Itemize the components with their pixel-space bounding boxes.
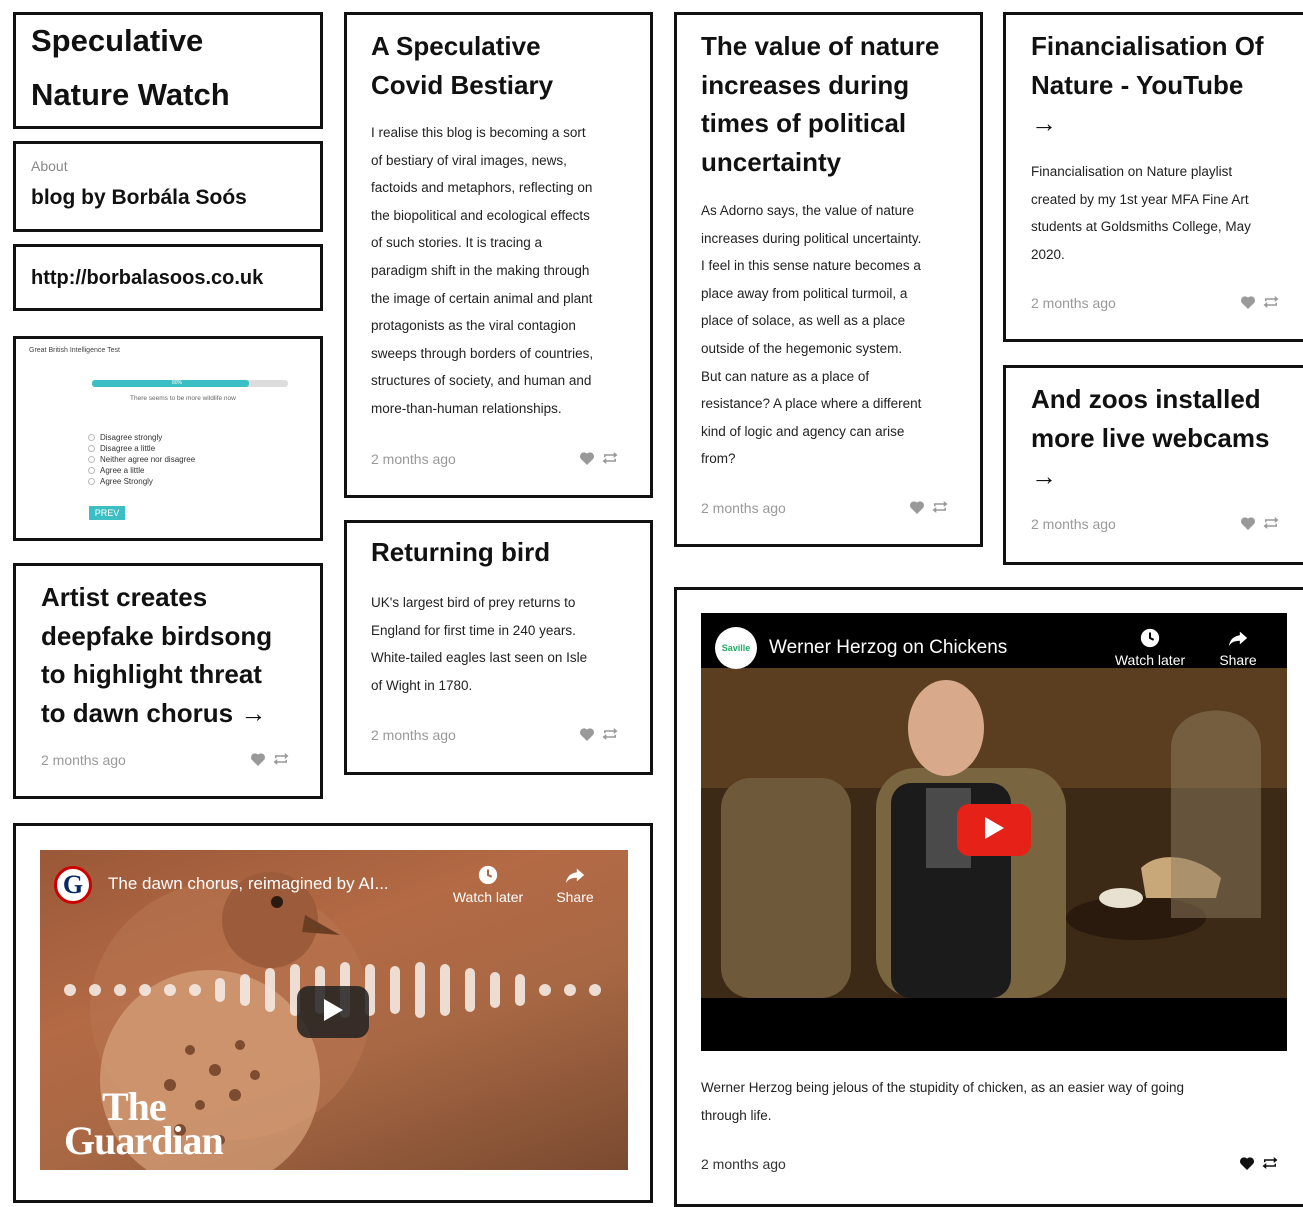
channel-avatar[interactable]: Saville bbox=[715, 627, 757, 669]
survey-question: There seems to be more wildlife now bbox=[130, 395, 236, 402]
post-actions bbox=[1240, 516, 1280, 530]
guardian-logo-icon: G bbox=[62, 870, 84, 899]
video-dawn-chorus-card: G The dawn chorus, reimagined by AI... W… bbox=[13, 823, 653, 1203]
post-body: As Adorno says, the value of nature incr… bbox=[701, 203, 922, 467]
survey-option[interactable]: Agree Strongly bbox=[88, 476, 195, 487]
play-icon bbox=[322, 998, 344, 1027]
post-bestiary-card[interactable]: A Speculative Covid Bestiary I realise t… bbox=[344, 12, 653, 498]
post-title[interactable]: Returning bird bbox=[371, 537, 550, 568]
heart-icon[interactable] bbox=[1240, 516, 1256, 530]
post-body: UK's largest bird of prey returns to Eng… bbox=[371, 595, 588, 693]
reblog-icon[interactable] bbox=[272, 752, 290, 766]
guardian-brand: The Guardian bbox=[64, 1084, 224, 1163]
post-body: Financialisation on Nature playlist crea… bbox=[1031, 164, 1251, 262]
blog-title-line2: Nature Watch bbox=[31, 77, 230, 112]
post-actions bbox=[1239, 1156, 1279, 1170]
play-icon bbox=[983, 816, 1005, 845]
survey-card[interactable]: Great British Intelligence Test 80% Ther… bbox=[13, 336, 323, 541]
post-timestamp[interactable]: 2 months ago bbox=[371, 451, 456, 467]
reblog-icon[interactable] bbox=[1261, 1156, 1279, 1170]
post-timestamp[interactable]: 2 months ago bbox=[1031, 295, 1116, 311]
post-title[interactable]: Financialisation Of Nature - YouTube → bbox=[1031, 27, 1264, 143]
radio-icon bbox=[88, 445, 95, 452]
post-actions bbox=[579, 451, 619, 465]
play-button[interactable] bbox=[297, 986, 369, 1038]
heart-icon[interactable] bbox=[1240, 295, 1256, 309]
reblog-icon[interactable] bbox=[1262, 516, 1280, 530]
survey-progress-bar: 80% bbox=[92, 380, 288, 387]
heart-icon[interactable] bbox=[579, 727, 595, 741]
about-card: About blog by Borbála Soós bbox=[13, 141, 323, 232]
post-caption: Werner Herzog being jelous of the stupid… bbox=[701, 1080, 1185, 1123]
post-title[interactable]: A Speculative Covid Bestiary bbox=[371, 27, 553, 104]
video-dawn-chorus[interactable]: G The dawn chorus, reimagined by AI... W… bbox=[40, 850, 628, 1170]
radio-icon bbox=[88, 478, 95, 485]
post-timestamp[interactable]: 2 months ago bbox=[371, 727, 456, 743]
survey-progress-fill bbox=[92, 380, 249, 387]
survey-progress-label: 80% bbox=[172, 380, 183, 386]
about-label: About bbox=[31, 158, 68, 174]
reblog-icon[interactable] bbox=[1262, 295, 1280, 309]
post-title[interactable]: Artist creates deepfake birdsong to high… bbox=[41, 578, 272, 732]
watch-later-button[interactable]: Watch later bbox=[1103, 627, 1197, 668]
channel-avatar[interactable]: G bbox=[54, 866, 92, 904]
post-timestamp[interactable]: 2 months ago bbox=[1031, 516, 1116, 532]
post-timestamp[interactable]: 2 months ago bbox=[701, 500, 786, 516]
radio-icon bbox=[88, 434, 95, 441]
play-button[interactable] bbox=[957, 804, 1031, 856]
post-actions bbox=[250, 752, 290, 766]
post-value-card[interactable]: The value of nature increases during tim… bbox=[674, 12, 983, 547]
survey-options: Disagree strongly Disagree a little Neit… bbox=[88, 432, 195, 487]
post-actions bbox=[909, 500, 949, 514]
heart-icon[interactable] bbox=[579, 451, 595, 465]
blog-url-link[interactable]: http://borbalasoos.co.uk bbox=[31, 267, 263, 290]
reblog-icon[interactable] bbox=[601, 451, 619, 465]
post-title[interactable]: And zoos installed more live webcams → bbox=[1031, 380, 1269, 496]
reblog-icon[interactable] bbox=[601, 727, 619, 741]
radio-icon bbox=[88, 456, 95, 463]
blog-title-card: Speculative Nature Watch bbox=[13, 12, 323, 129]
post-title[interactable]: The value of nature increases during tim… bbox=[701, 27, 939, 181]
share-icon bbox=[1213, 627, 1263, 652]
reblog-icon[interactable] bbox=[931, 500, 949, 514]
survey-option[interactable]: Disagree strongly bbox=[88, 432, 195, 443]
post-body: I realise this blog is becoming a sort o… bbox=[371, 125, 594, 416]
post-financial-card[interactable]: Financialisation Of Nature - YouTube → F… bbox=[1003, 12, 1303, 342]
survey-option[interactable]: Disagree a little bbox=[88, 443, 195, 454]
survey-option[interactable]: Neither agree nor disagree bbox=[88, 454, 195, 465]
post-zoos-card[interactable]: And zoos installed more live webcams → 2… bbox=[1003, 365, 1303, 565]
watch-later-button[interactable]: Watch later bbox=[445, 864, 531, 905]
post-timestamp[interactable]: 2 months ago bbox=[701, 1156, 786, 1172]
post-bird-card[interactable]: Returning bird UK's largest bird of prey… bbox=[344, 520, 653, 775]
share-icon bbox=[550, 864, 600, 889]
post-artist-card[interactable]: Artist creates deepfake birdsong to high… bbox=[13, 563, 323, 799]
about-text: blog by Borbála Soós bbox=[31, 186, 247, 209]
share-button[interactable]: Share bbox=[550, 864, 600, 905]
post-timestamp[interactable]: 2 months ago bbox=[41, 752, 126, 768]
post-herzog-card[interactable]: Saville Werner Herzog on Chickens Watch … bbox=[674, 587, 1303, 1207]
clock-icon bbox=[445, 864, 531, 889]
video-title[interactable]: The dawn chorus, reimagined by AI... bbox=[108, 874, 430, 894]
heart-icon[interactable] bbox=[1239, 1156, 1255, 1170]
heart-icon[interactable] bbox=[250, 752, 266, 766]
share-button[interactable]: Share bbox=[1213, 627, 1263, 668]
post-actions bbox=[579, 727, 619, 741]
survey-prev-button[interactable]: PREV bbox=[89, 506, 125, 520]
radio-icon bbox=[88, 467, 95, 474]
blog-title-line1: Speculative bbox=[31, 23, 204, 58]
video-title[interactable]: Werner Herzog on Chickens bbox=[769, 637, 1007, 659]
heart-icon[interactable] bbox=[909, 500, 925, 514]
survey-option[interactable]: Agree a little bbox=[88, 465, 195, 476]
url-card[interactable]: http://borbalasoos.co.uk bbox=[13, 244, 323, 311]
clock-icon bbox=[1103, 627, 1197, 652]
survey-title: Great British Intelligence Test bbox=[29, 347, 120, 354]
video-herzog[interactable]: Saville Werner Herzog on Chickens Watch … bbox=[701, 613, 1287, 1051]
post-actions bbox=[1240, 295, 1280, 309]
saville-logo-icon: Saville bbox=[721, 643, 751, 653]
